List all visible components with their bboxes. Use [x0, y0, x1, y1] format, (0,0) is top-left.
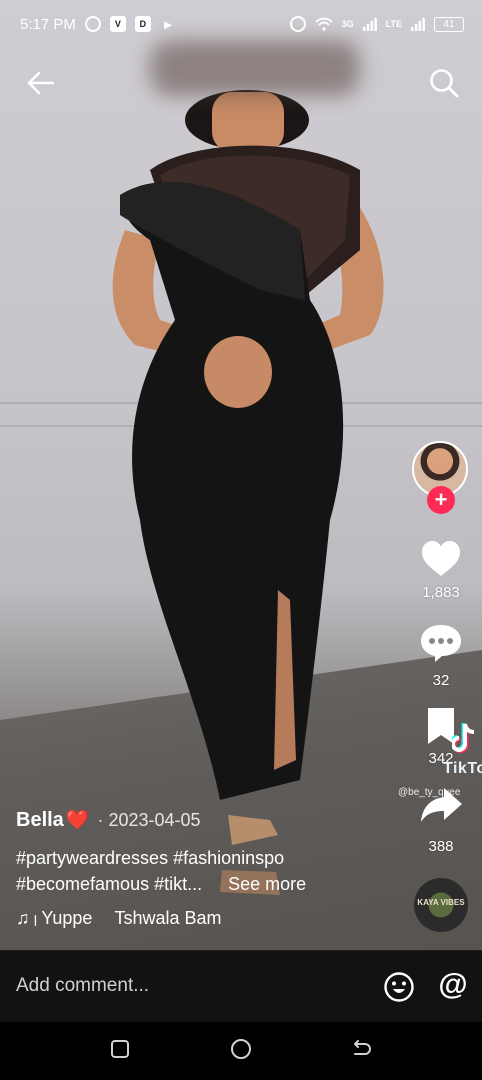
comment-count: 32 — [432, 672, 450, 689]
music-disc-label: KAYA VIBES — [417, 898, 465, 907]
share-icon[interactable] — [411, 784, 471, 826]
tiktok-logo-icon — [452, 723, 475, 753]
network-lte-label: LTE — [385, 19, 402, 29]
status-time: 5:17 PM — [20, 15, 76, 33]
arrow-left-icon[interactable] — [26, 68, 56, 98]
author-name[interactable]: Bella — [16, 809, 64, 832]
author-row: Bella ❤️ · 2023-04-05 — [16, 808, 201, 832]
comment-bar: Add comment... @ — [0, 950, 482, 1023]
signal-icon — [411, 17, 425, 31]
music-row[interactable]: ♫ ꞁ Yuppe Tshwala Bam — [16, 908, 222, 929]
music-note-icon: ꞁ — [33, 910, 38, 926]
face-blur — [150, 40, 360, 96]
status-bar: 5:17 PM V D ▸ 3G LTE 41 — [0, 0, 482, 48]
office-icon: D — [134, 16, 151, 32]
tiktok-watermark: TikTok — [443, 760, 482, 777]
alarm-icon — [289, 16, 306, 32]
mention-button[interactable]: @ — [436, 967, 470, 1003]
music-song: Yuppe — [41, 908, 93, 928]
home-icon[interactable] — [231, 1039, 251, 1059]
signal-icon — [362, 17, 377, 31]
share-count: 388 — [428, 838, 454, 855]
recent-apps-icon[interactable] — [111, 1040, 129, 1058]
caption-text: #partyweardresses #fashioninspo — [16, 848, 285, 868]
caption-text: #becomefamous #tikt... — [16, 874, 203, 894]
whatsapp-icon — [84, 16, 101, 32]
vidmate-icon: V — [109, 16, 126, 32]
android-nav-bar — [0, 1022, 482, 1080]
follow-button[interactable]: + — [427, 486, 455, 514]
search-icon[interactable] — [428, 67, 460, 99]
battery-indicator: 41 — [434, 16, 464, 32]
like-icon[interactable] — [411, 538, 471, 578]
music-disc[interactable]: KAYA VIBES — [414, 878, 468, 932]
author-heart-emoji: ❤️ — [65, 810, 90, 831]
network-3g-label: 3G — [341, 19, 354, 29]
app-icon: ▸ — [164, 16, 172, 32]
emoji-icon[interactable] — [383, 971, 415, 1003]
post-date: · 2023-04-05 — [97, 809, 201, 830]
comment-icon[interactable] — [411, 622, 471, 664]
music-note-icon: ♫ — [16, 908, 30, 928]
back-icon[interactable] — [350, 1038, 372, 1060]
add-comment-input[interactable]: Add comment... — [16, 975, 149, 997]
wifi-icon — [314, 17, 333, 31]
caption-hashtags-line-1[interactable]: #partyweardresses #fashioninspo — [16, 848, 284, 869]
music-artist: Tshwala Bam — [114, 908, 222, 928]
caption-hashtags-line-2[interactable]: #becomefamous #tikt... See more — [16, 874, 306, 895]
like-count: 1,883 — [422, 584, 460, 601]
see-more-link[interactable]: See more — [228, 874, 306, 894]
